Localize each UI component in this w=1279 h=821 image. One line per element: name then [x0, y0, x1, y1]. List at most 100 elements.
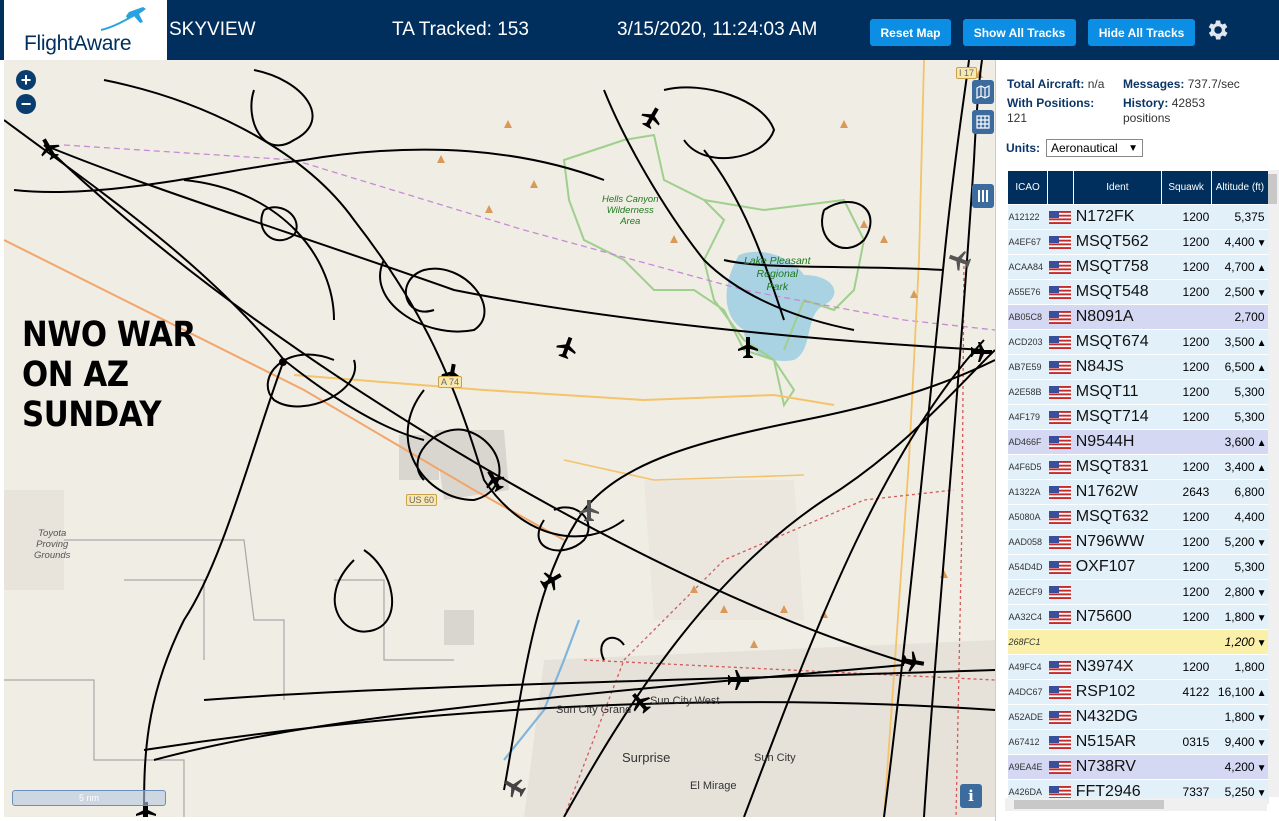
squawk-cell: 2643: [1161, 479, 1212, 505]
table-row[interactable]: A4EF67 MSQT562 1200 4,400 ▼: [1007, 229, 1269, 255]
trend-icon: ▼: [1256, 763, 1267, 774]
units-select[interactable]: Aeronautical ▼: [1046, 139, 1143, 157]
table-row[interactable]: A49FC4 N3974X 1200 1,800: [1007, 654, 1269, 680]
show-all-tracks-button[interactable]: Show All Tracks: [963, 19, 1076, 46]
icao-cell: A4F6D5: [1007, 454, 1048, 480]
altitude-value: 5,375: [1234, 210, 1265, 224]
squawk-cell: 1200: [1161, 204, 1212, 230]
icao-cell: A1322A: [1007, 479, 1048, 505]
flag-us-icon: [1047, 379, 1074, 405]
ident-cell: N172FK: [1073, 204, 1162, 230]
grid-icon[interactable]: [972, 110, 994, 134]
altitude-cell: 4,700 ▲: [1211, 254, 1269, 280]
reset-map-button[interactable]: Reset Map: [870, 19, 951, 46]
table-row[interactable]: AAD058 N796WW 1200 5,200 ▼: [1007, 529, 1269, 555]
table-row[interactable]: A67412 N515AR 0315 9,400 ▼: [1007, 729, 1269, 755]
table-row[interactable]: AA32C4 N75600 1200 1,800 ▼: [1007, 604, 1269, 630]
altitude-value: 1,800: [1224, 610, 1255, 624]
table-row[interactable]: A54D4D OXF107 1200 5,300: [1007, 554, 1269, 580]
table-row[interactable]: AB05C8 N8091A 2,700: [1007, 304, 1269, 330]
table-row[interactable]: 268FC1 1,200 ▼: [1007, 629, 1269, 655]
a74-shield: A 74: [438, 376, 463, 388]
gear-icon[interactable]: [1204, 17, 1230, 43]
table-row[interactable]: A2E58B MSQT11 1200 5,300: [1007, 379, 1269, 405]
col-squawk[interactable]: Squawk: [1160, 170, 1212, 205]
altitude-value: 1,800: [1224, 710, 1255, 724]
table-row[interactable]: A2ECF9 1200 2,800 ▼: [1007, 579, 1269, 605]
table-row[interactable]: AB7E59 N84JS 1200 6,500 ▲: [1007, 354, 1269, 380]
info-icon[interactable]: i: [960, 784, 982, 808]
map-scale: 5 nm: [12, 790, 166, 806]
table-row[interactable]: A1322A N1762W 2643 6,800: [1007, 479, 1269, 505]
squawk-cell: 1200: [1161, 379, 1212, 405]
trend-icon: ▼: [1256, 613, 1267, 624]
squawk-cell: 1200: [1161, 254, 1212, 280]
altitude-cell: 1,200 ▼: [1211, 629, 1269, 655]
ident-cell: MSQT674: [1073, 329, 1162, 355]
overlay-caption: NWO WAR ON AZ SUNDAY: [22, 315, 196, 435]
table-row[interactable]: A4F179 MSQT714 1200 5,300: [1007, 404, 1269, 430]
table-row[interactable]: A55E76 MSQT548 1200 2,500 ▼: [1007, 279, 1269, 305]
altitude-cell: 6,800: [1211, 479, 1269, 505]
tracked-count: TA Tracked: 153: [392, 19, 529, 40]
altitude-value: 2,500: [1224, 285, 1255, 299]
altitude-cell: 5,375: [1211, 204, 1269, 230]
trend-icon: ▲: [1256, 688, 1267, 699]
icao-cell: ACD203: [1007, 329, 1048, 355]
panel-toggle-icon[interactable]: [972, 184, 994, 208]
aircraft-table: ICAO Ident Squawk Altitude (ft) A12122 N1…: [1006, 170, 1270, 805]
altitude-cell: 5,300: [1211, 554, 1269, 580]
hide-all-tracks-button[interactable]: Hide All Tracks: [1088, 19, 1195, 46]
table-row[interactable]: ACAA84 MSQT758 1200 4,700 ▲: [1007, 254, 1269, 280]
table-row[interactable]: A4DC67 RSP102 4122 16,100 ▲: [1007, 679, 1269, 705]
flag-us-icon: [1047, 254, 1074, 280]
zoom-in-button[interactable]: +: [16, 70, 36, 90]
table-row[interactable]: A9EA4E N738RV 4,200 ▼: [1007, 754, 1269, 780]
col-ident[interactable]: Ident: [1073, 170, 1162, 205]
squawk-cell: 1200: [1161, 604, 1212, 630]
flag-us-icon: [1047, 304, 1074, 330]
zoom-out-button[interactable]: −: [16, 94, 36, 114]
ident-cell: OXF107: [1073, 554, 1162, 580]
trend-icon: ▼: [1256, 588, 1267, 599]
squawk-cell: [1161, 754, 1212, 780]
col-altitude[interactable]: Altitude (ft): [1210, 170, 1270, 205]
with-positions-value: 121: [1007, 111, 1028, 125]
table-row[interactable]: AD466F N9544H 3,600 ▲: [1007, 429, 1269, 455]
ident-cell: MSQT548: [1073, 279, 1162, 305]
altitude-value: 5,250: [1224, 785, 1255, 799]
current-datetime: 3/15/2020, 11:24:03 AM: [617, 19, 818, 40]
table-row[interactable]: A4F6D5 MSQT831 1200 3,400 ▲: [1007, 454, 1269, 480]
flag-us-icon: [1047, 204, 1074, 230]
place-surprise: Surprise: [622, 750, 671, 765]
flightaware-logo[interactable]: FlightAware: [4, 0, 167, 60]
altitude-cell: 2,800 ▼: [1211, 579, 1269, 605]
icao-cell: A9EA4E: [1007, 754, 1048, 780]
map-layers-icon[interactable]: [972, 80, 994, 104]
map-canvas[interactable]: [4, 60, 995, 817]
squawk-cell: [1161, 304, 1212, 330]
table-row[interactable]: A5080A MSQT632 1200 4,400: [1007, 504, 1269, 530]
table-row[interactable]: A52ADE N432DG 1,800 ▼: [1007, 704, 1269, 730]
map-view[interactable]: + − I 17 A 74 US 60 NWO WAR ON AZ SUNDAY…: [4, 60, 995, 817]
place-sun-city: Sun City: [754, 752, 796, 764]
table-row[interactable]: A12122 N172FK 1200 5,375: [1007, 204, 1269, 230]
trend-icon: ▲: [1256, 263, 1267, 274]
squawk-cell: 4122: [1161, 679, 1212, 705]
squawk-cell: [1161, 429, 1212, 455]
table-row[interactable]: ACD203 MSQT674 1200 3,500 ▲: [1007, 329, 1269, 355]
icao-cell: AD466F: [1007, 429, 1048, 455]
plane-logo-icon: [100, 7, 146, 31]
table-horizontal-scrollbar[interactable]: [1005, 798, 1267, 811]
icao-cell: A2E58B: [1007, 379, 1048, 405]
altitude-value: 1,800: [1234, 660, 1265, 674]
squawk-cell: 1200: [1161, 229, 1212, 255]
logo-text: FlightAware: [24, 32, 132, 55]
ident-cell: MSQT562: [1073, 229, 1162, 255]
flag-us-icon: [1047, 579, 1074, 605]
overlay-line-2: ON AZ: [22, 355, 129, 395]
table-vertical-scrollbar[interactable]: [1268, 170, 1279, 797]
altitude-value: 9,400: [1224, 735, 1255, 749]
col-flag[interactable]: [1047, 170, 1075, 205]
col-icao[interactable]: ICAO: [1006, 170, 1049, 205]
